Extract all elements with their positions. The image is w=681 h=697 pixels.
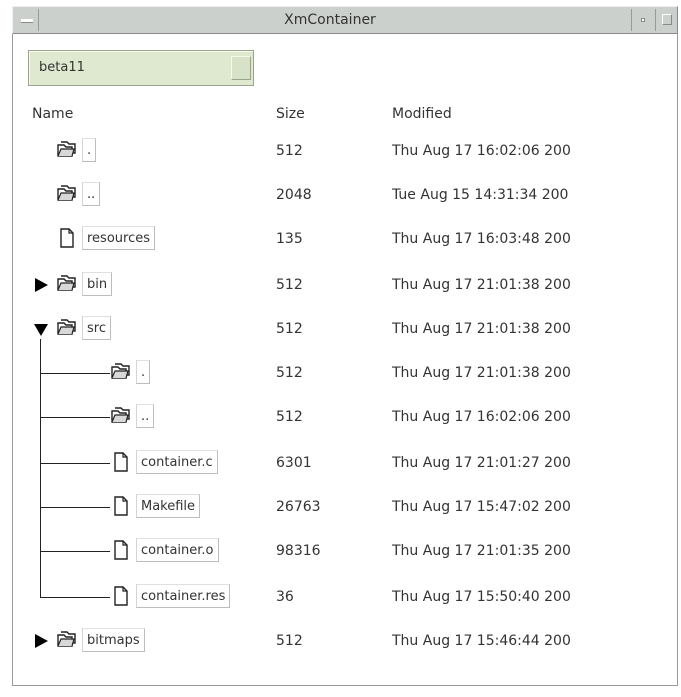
window-menu-icon [21,19,33,23]
folder-icon[interactable] [110,362,132,382]
file-icon[interactable] [110,540,132,560]
folder-icon[interactable] [56,318,78,338]
column-header-name[interactable]: Name [32,106,73,122]
tree-row[interactable]: bitmaps 512 Thu Aug 17 15:46:44 200 [0,624,681,658]
item-size: 36 [276,589,294,605]
item-name[interactable]: resources [82,226,156,250]
item-modified: Thu Aug 17 16:02:06 200 [392,409,571,425]
item-name[interactable]: .. [136,404,155,428]
folder-icon[interactable] [56,140,78,160]
item-name[interactable]: Makefile [136,494,201,518]
path-combo-value: beta11 [39,60,85,75]
file-icon[interactable] [56,228,78,248]
tree-connector-horizontal [40,507,110,508]
tree-connector-horizontal [40,373,110,374]
item-name[interactable]: src [82,316,111,340]
item-size: 512 [276,277,303,293]
item-name[interactable]: . [82,138,97,162]
item-name[interactable]: container.res [136,584,231,608]
file-icon[interactable] [110,496,132,516]
minimize-icon [641,18,645,22]
tree-connector-horizontal [40,463,110,464]
folder-icon[interactable] [56,630,78,650]
item-size: 98316 [276,543,321,559]
item-size: 6301 [276,455,312,471]
item-size: 26763 [276,499,321,515]
item-modified: Thu Aug 17 15:46:44 200 [392,633,571,649]
tree-connector-horizontal [40,417,110,418]
tree-connector-vertical [40,339,41,597]
item-name[interactable]: bitmaps [82,628,145,652]
item-size: 512 [276,633,303,649]
minimize-button[interactable] [631,9,653,31]
file-icon[interactable] [110,586,132,606]
tree-connector-horizontal [40,597,110,598]
folder-icon[interactable] [56,274,78,294]
file-icon[interactable] [110,452,132,472]
tree-row[interactable]: resources 135 Thu Aug 17 16:03:48 200 [0,222,681,256]
folder-icon[interactable] [110,406,132,426]
window-menu-button[interactable] [15,9,39,31]
tree-row[interactable]: bin 512 Thu Aug 17 21:01:38 200 [0,268,681,302]
item-modified: Thu Aug 17 21:01:38 200 [392,277,571,293]
item-modified: Thu Aug 17 16:03:48 200 [392,231,571,247]
item-name[interactable]: .. [82,182,101,206]
item-modified: Thu Aug 17 21:01:38 200 [392,365,571,381]
title-bar[interactable]: XmContainer [12,6,678,34]
tree-row[interactable]: .. 2048 Tue Aug 15 14:31:34 200 [0,178,681,212]
maximize-icon [662,14,672,25]
item-name[interactable]: . [136,360,151,384]
expand-arrow-icon[interactable] [32,276,50,294]
tree-row[interactable]: src 512 Thu Aug 17 21:01:38 200 [0,312,681,346]
tree-connector-horizontal [40,551,110,552]
item-modified: Tue Aug 15 14:31:34 200 [392,187,569,203]
item-size: 512 [276,321,303,337]
item-modified: Thu Aug 17 15:50:40 200 [392,589,571,605]
tree-row[interactable]: . 512 Thu Aug 17 16:02:06 200 [0,134,681,168]
item-size: 512 [276,365,303,381]
item-name[interactable]: container.o [136,538,219,562]
item-name[interactable]: bin [82,272,113,296]
item-size: 512 [276,143,303,159]
xmcontainer-window: XmContainer beta11 Name Size Modified . 5… [0,0,681,697]
expand-arrow-icon[interactable] [32,632,50,650]
column-header-size[interactable]: Size [276,106,305,122]
folder-icon[interactable] [56,184,78,204]
item-modified: Thu Aug 17 15:47:02 200 [392,499,571,515]
path-combo-box[interactable]: beta11 [28,50,254,86]
item-modified: Thu Aug 17 21:01:27 200 [392,455,571,471]
item-size: 135 [276,231,303,247]
column-header-modified[interactable]: Modified [392,106,452,122]
item-modified: Thu Aug 17 21:01:35 200 [392,543,571,559]
combo-dropdown-button[interactable] [231,56,251,80]
collapse-arrow-icon[interactable] [32,320,50,338]
item-modified: Thu Aug 17 16:02:06 200 [392,143,571,159]
item-size: 2048 [276,187,312,203]
maximize-button[interactable] [655,9,677,31]
item-modified: Thu Aug 17 21:01:38 200 [392,321,571,337]
window-title: XmContainer [284,12,376,28]
item-name[interactable]: container.c [136,450,218,474]
item-size: 512 [276,409,303,425]
